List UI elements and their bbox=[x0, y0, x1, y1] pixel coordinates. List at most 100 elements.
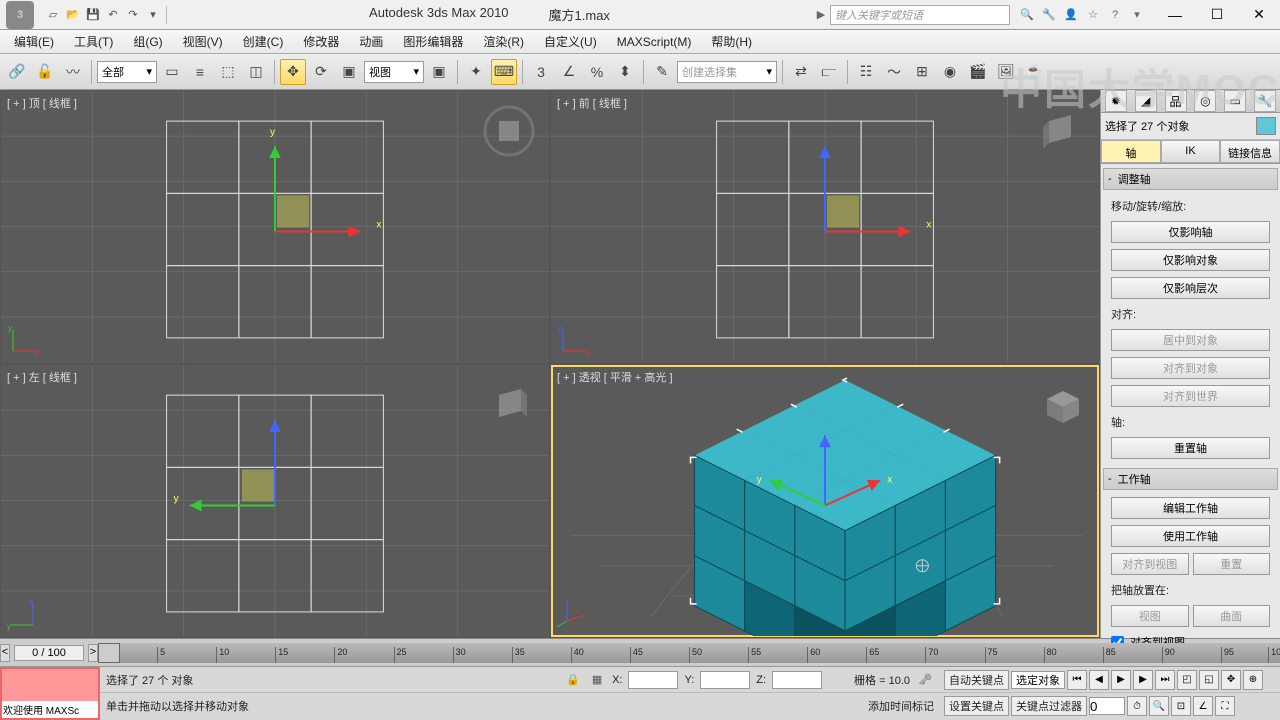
align-icon[interactable]: ⫍ bbox=[816, 59, 842, 85]
time-slider[interactable]: 510152025303540455055606570758085909510 bbox=[98, 643, 1280, 663]
viewport-left-label[interactable]: [ + ] 左 [ 线框 ] bbox=[7, 369, 77, 385]
goto-end-icon[interactable]: ⏭ bbox=[1155, 670, 1175, 690]
nav-fov-icon[interactable]: ∠ bbox=[1193, 696, 1213, 716]
unlink-icon[interactable]: 🔓 bbox=[32, 59, 58, 85]
nav1-icon[interactable]: ◰ bbox=[1177, 670, 1197, 690]
layers-icon[interactable]: ☷ bbox=[853, 59, 879, 85]
pivot-center-icon[interactable]: ▣ bbox=[426, 59, 452, 85]
nav-zoom-icon[interactable]: 🔍 bbox=[1149, 696, 1169, 716]
viewport-top-label[interactable]: [ + ] 顶 [ 线框 ] bbox=[7, 95, 77, 111]
new-icon[interactable]: ▱ bbox=[44, 6, 62, 24]
ref-coord-combo[interactable]: 视图▾ bbox=[364, 61, 424, 83]
keyboard-shortcut-icon[interactable]: ⌨ bbox=[491, 59, 517, 85]
undo-icon[interactable]: ↶ bbox=[104, 6, 122, 24]
selection-filter-combo[interactable]: 全部▾ bbox=[97, 61, 157, 83]
bind-icon[interactable]: 〰 bbox=[60, 59, 86, 85]
save-icon[interactable]: 💾 bbox=[84, 6, 102, 24]
menu-maxscript[interactable]: MAXScript(M) bbox=[607, 32, 702, 52]
align-to-world-button[interactable]: 对齐到世界 bbox=[1111, 385, 1270, 407]
menu-view[interactable]: 视图(V) bbox=[173, 30, 233, 53]
nav-zoomall-icon[interactable]: ⊡ bbox=[1171, 696, 1191, 716]
menu-create[interactable]: 创建(C) bbox=[233, 30, 294, 53]
link-icon[interactable]: 🔗 bbox=[4, 59, 30, 85]
y-input[interactable] bbox=[700, 671, 750, 689]
manipulate-icon[interactable]: ✦ bbox=[463, 59, 489, 85]
search-input[interactable]: 键入关键字或短语 bbox=[830, 5, 1010, 25]
move-tool-icon[interactable]: ✥ bbox=[280, 59, 306, 85]
angle-snap-icon[interactable]: ∠ bbox=[556, 59, 582, 85]
rollout-working-pivot-header[interactable]: -工作轴 bbox=[1103, 468, 1278, 490]
redo-icon[interactable]: ↷ bbox=[124, 6, 142, 24]
viewport-front-label[interactable]: [ + ] 前 [ 线框 ] bbox=[557, 95, 627, 111]
hierarchy-tab-icon[interactable]: 品 bbox=[1165, 90, 1187, 112]
time-slider-thumb[interactable] bbox=[98, 643, 120, 663]
close-button[interactable]: ✕ bbox=[1238, 1, 1280, 29]
nav4-icon[interactable]: ⊕ bbox=[1243, 670, 1263, 690]
nav-max-icon[interactable]: ⛶ bbox=[1215, 696, 1235, 716]
viewport-top[interactable]: [ + ] 顶 [ 线框 ] xy xy bbox=[1, 91, 549, 363]
snap-3d-icon[interactable]: 3 bbox=[528, 59, 554, 85]
use-working-pivot-button[interactable]: 使用工作轴 bbox=[1111, 525, 1270, 547]
menu-custom[interactable]: 自定义(U) bbox=[534, 30, 607, 53]
nav3-icon[interactable]: ✥ bbox=[1221, 670, 1241, 690]
reset-button[interactable]: 重置 bbox=[1193, 553, 1271, 575]
modify-tab-icon[interactable]: ◢ bbox=[1135, 90, 1157, 112]
viewcube-icon[interactable] bbox=[483, 379, 535, 431]
menu-modifier[interactable]: 修改器 bbox=[293, 30, 349, 53]
select-region-icon[interactable]: ⬚ bbox=[215, 59, 241, 85]
reset-axis-button[interactable]: 重置轴 bbox=[1111, 437, 1270, 459]
keyfilter-button[interactable]: 关键点过滤器 bbox=[1011, 696, 1087, 716]
subtab-axis[interactable]: 轴 bbox=[1101, 140, 1161, 163]
rotate-tool-icon[interactable]: ⟳ bbox=[308, 59, 334, 85]
color-swatch[interactable] bbox=[1256, 117, 1276, 135]
rollout-adjust-pivot-header[interactable]: -调整轴 bbox=[1103, 168, 1278, 190]
edit-selset-icon[interactable]: ✎ bbox=[649, 59, 675, 85]
time-config-icon[interactable]: ⏱ bbox=[1127, 696, 1147, 716]
goto-start-icon[interactable]: ⏮ bbox=[1067, 670, 1087, 690]
affect-object-only-button[interactable]: 仅影响对象 bbox=[1111, 249, 1270, 271]
menu-render[interactable]: 渲染(R) bbox=[473, 30, 534, 53]
setkey-button[interactable]: 设置关键点 bbox=[944, 696, 1009, 716]
material-editor-icon[interactable]: ◉ bbox=[937, 59, 963, 85]
nav2-icon[interactable]: ◱ bbox=[1199, 670, 1219, 690]
affect-hierarchy-only-button[interactable]: 仅影响层次 bbox=[1111, 277, 1270, 299]
render-icon[interactable]: ☕ bbox=[1021, 59, 1047, 85]
key-icon-status[interactable]: 🗝 bbox=[916, 671, 934, 689]
viewcube-icon[interactable] bbox=[1033, 105, 1085, 157]
sel-lock-icon[interactable]: ▦ bbox=[588, 671, 606, 689]
viewport-front[interactable]: [ + ] 前 [ 线框 ] x xz bbox=[551, 91, 1099, 363]
align-to-object-button[interactable]: 对齐到对象 bbox=[1111, 357, 1270, 379]
binoculars-icon[interactable]: 🔍 bbox=[1018, 6, 1036, 24]
display-tab-icon[interactable]: ▭ bbox=[1224, 90, 1246, 112]
prev-frame-icon[interactable]: ◀ bbox=[1089, 670, 1109, 690]
select-by-name-icon[interactable]: ≡ bbox=[187, 59, 213, 85]
key-target-combo[interactable]: 选定对象 bbox=[1011, 671, 1065, 689]
timeline-prev-icon[interactable]: < bbox=[0, 644, 10, 662]
center-to-object-button[interactable]: 居中到对象 bbox=[1111, 329, 1270, 351]
star-icon[interactable]: ☆ bbox=[1084, 6, 1102, 24]
menu-grapheditor[interactable]: 图形编辑器 bbox=[393, 30, 473, 53]
menu-help[interactable]: 帮助(H) bbox=[701, 30, 762, 53]
menu-anim[interactable]: 动画 bbox=[349, 30, 393, 53]
scale-tool-icon[interactable]: ▣ bbox=[336, 59, 362, 85]
schematic-icon[interactable]: ⊞ bbox=[909, 59, 935, 85]
align-to-view-button[interactable]: 对齐到视图 bbox=[1111, 553, 1189, 575]
maximize-button[interactable]: ☐ bbox=[1196, 1, 1238, 29]
view-button[interactable]: 视图 bbox=[1111, 605, 1189, 627]
utilities-tab-icon[interactable]: 🔧 bbox=[1254, 90, 1276, 112]
subtab-ik[interactable]: IK bbox=[1161, 140, 1221, 163]
qat-dropdown-icon[interactable]: ▾ bbox=[144, 6, 162, 24]
comm-icon[interactable]: 👤 bbox=[1062, 6, 1080, 24]
viewport-left[interactable]: [ + ] 左 [ 线框 ] y yz bbox=[1, 365, 549, 637]
viewcube-icon[interactable] bbox=[483, 105, 535, 157]
subtab-link[interactable]: 链接信息 bbox=[1220, 140, 1280, 163]
affect-pivot-only-button[interactable]: 仅影响轴 bbox=[1111, 221, 1270, 243]
lock-icon[interactable]: 🔒 bbox=[564, 671, 582, 689]
spinner-snap-icon[interactable]: ⬍ bbox=[612, 59, 638, 85]
menu-tools[interactable]: 工具(T) bbox=[64, 30, 123, 53]
minimize-button[interactable]: — bbox=[1154, 1, 1196, 29]
open-icon[interactable]: 📂 bbox=[64, 6, 82, 24]
viewport-perspective[interactable]: [ + ] 透视 [ 平滑 + 高光 ] bbox=[551, 365, 1099, 637]
window-crossing-icon[interactable]: ◫ bbox=[243, 59, 269, 85]
timeline-next-icon[interactable]: > bbox=[88, 644, 98, 662]
